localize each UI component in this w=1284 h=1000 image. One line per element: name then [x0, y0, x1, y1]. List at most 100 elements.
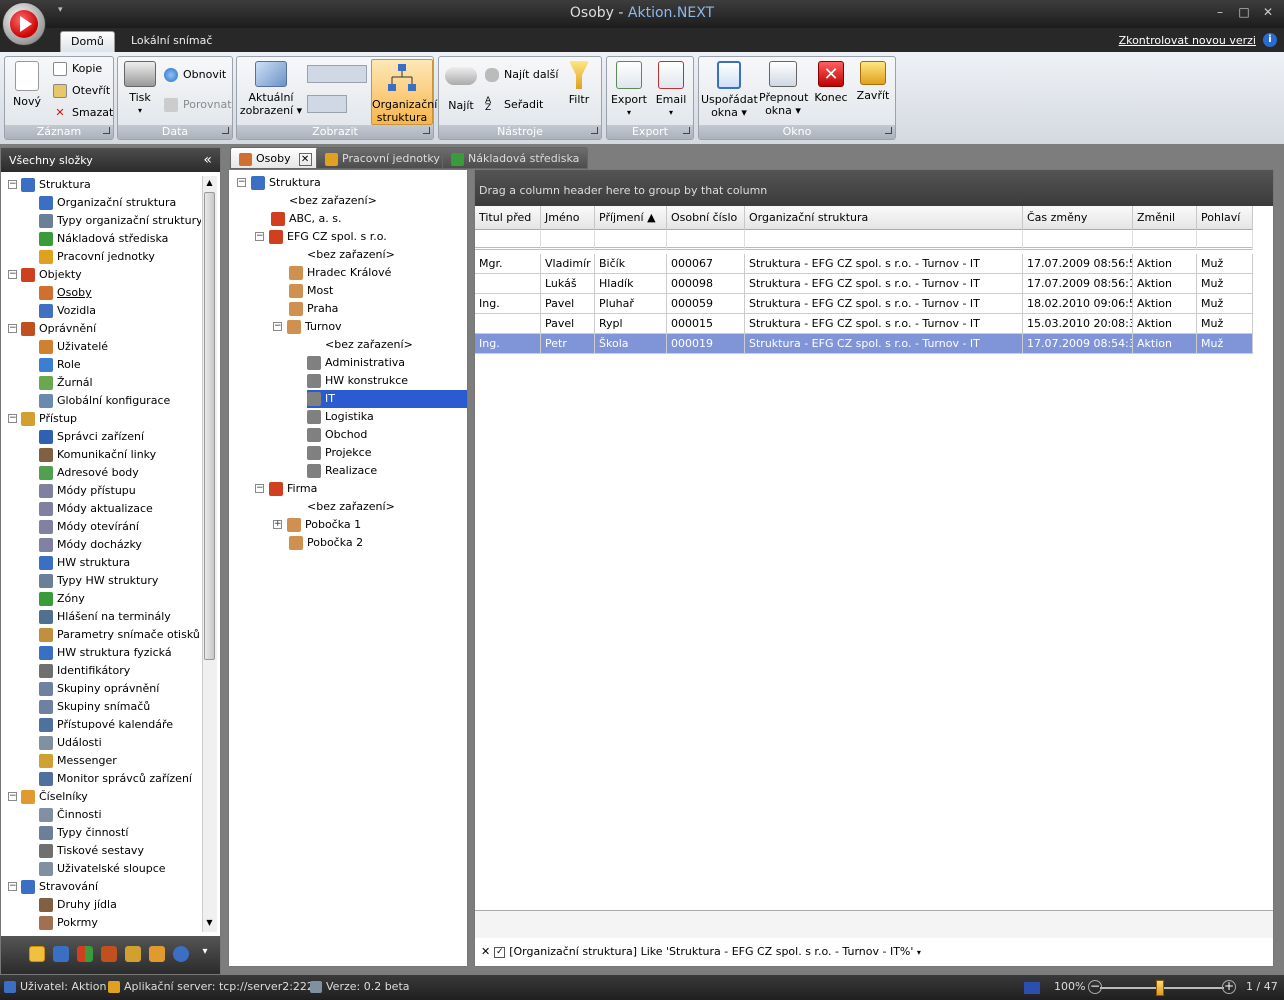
folder-item[interactable]: Události	[39, 734, 102, 752]
org-node[interactable]: <bez zařazení>	[289, 192, 377, 210]
table-row[interactable]: Mgr. Vladimír Bičík 000067 Struktura - EFG C…	[475, 254, 1253, 274]
folder-item[interactable]: Přístup	[21, 410, 77, 428]
org-node[interactable]: Projekce	[307, 444, 371, 462]
compare-button[interactable]: Porovnat	[164, 95, 232, 115]
refresh-button[interactable]: Obnovit	[164, 65, 226, 85]
folder-item[interactable]: Zóny	[39, 590, 85, 608]
expander-icon[interactable]: −	[8, 270, 17, 279]
permissions-nav-icon[interactable]	[101, 946, 117, 962]
org-node[interactable]: Obchod	[307, 426, 367, 444]
switch-windows-button[interactable]: Přepnout okna ▾	[759, 59, 808, 125]
folder-item[interactable]: Stravování	[21, 878, 98, 896]
folder-item[interactable]: Uživatelé	[39, 338, 108, 356]
table-row[interactable]: Lukáš Hladík 000098 Struktura - EFG CZ spol…	[475, 274, 1253, 294]
tree-expander-icon[interactable]: −	[273, 322, 282, 331]
doc-tab-nakladova-strediska[interactable]: Nákladová střediska	[442, 147, 589, 169]
filter-cell[interactable]	[1023, 230, 1133, 250]
info-icon[interactable]: i	[1263, 33, 1277, 47]
expander-icon[interactable]: −	[8, 792, 17, 801]
group-by-area[interactable]: Drag a column header here to group by th…	[475, 170, 1273, 206]
folder-item[interactable]: Struktura	[21, 176, 91, 194]
filter-button[interactable]: Filtr	[559, 59, 599, 125]
folder-item[interactable]: Adresové body	[39, 464, 139, 482]
folder-item[interactable]: Typy organizační struktury	[39, 212, 201, 230]
layout-icon[interactable]	[307, 95, 347, 113]
folder-tree-scroll-thumb[interactable]	[204, 192, 215, 660]
scroll-down-icon[interactable]: ▼	[204, 918, 215, 928]
column-header[interactable]: Pohlaví	[1197, 206, 1253, 230]
column-header[interactable]: Titul před	[475, 206, 541, 230]
org-node[interactable]: <bez zařazení>	[325, 336, 413, 354]
more-nav-dropdown-icon[interactable]: ▾	[197, 946, 213, 962]
quick-access-dropdown-icon[interactable]: ▾	[58, 5, 70, 19]
folder-item[interactable]: HW struktura fyzická	[39, 644, 172, 662]
export-button[interactable]: Export ▾	[609, 59, 649, 125]
view-modes-icon[interactable]	[307, 65, 367, 83]
folder-item[interactable]: Role	[39, 356, 81, 374]
org-node[interactable]: Hradec Králové	[289, 264, 391, 282]
filter-cell[interactable]	[745, 230, 1023, 250]
zoom-slider-thumb[interactable]	[1156, 980, 1164, 996]
folder-item[interactable]: Monitor správců zařízení	[39, 770, 192, 788]
sort-button[interactable]: A Z Seřadit	[485, 95, 543, 115]
filter-cell[interactable]	[541, 230, 595, 250]
folder-item[interactable]: Druhy jídla	[39, 896, 117, 914]
filter-cell[interactable]	[475, 230, 541, 250]
new-button[interactable]: Nový	[7, 59, 47, 125]
org-node[interactable]: Praha	[289, 300, 338, 318]
folder-item[interactable]: Globální konfigurace	[39, 392, 170, 410]
org-node[interactable]: Firma	[269, 480, 317, 498]
column-header[interactable]: Organizační struktura	[745, 206, 1023, 230]
folder-item[interactable]: Módy otevírání	[39, 518, 139, 536]
org-node[interactable]: Administrativa	[307, 354, 405, 372]
end-button[interactable]: ✕ Konec	[811, 59, 851, 125]
access-nav-icon[interactable]	[125, 946, 141, 962]
find-button[interactable]: Najít	[441, 59, 481, 125]
column-header[interactable]: Osobní číslo	[667, 206, 745, 230]
folder-item[interactable]: Hlášení na terminály	[39, 608, 171, 626]
find-next-button[interactable]: Najít další	[485, 65, 558, 85]
collapse-panel-icon[interactable]: «	[203, 152, 212, 168]
column-header[interactable]: Čas změny	[1023, 206, 1133, 230]
org-node[interactable]: Pobočka 2	[289, 534, 363, 552]
close-window-button[interactable]: ✕	[1258, 5, 1278, 19]
table-row[interactable]: Pavel Rypl 000015 Struktura - EFG CZ spol. …	[475, 314, 1253, 334]
filter-enabled-checkbox[interactable]: ✓	[494, 946, 506, 958]
structure-nav-icon[interactable]	[53, 946, 69, 962]
folder-item[interactable]: Messenger	[39, 752, 117, 770]
scroll-up-icon[interactable]: ▲	[204, 178, 215, 188]
folder-item[interactable]: Organizační struktura	[39, 194, 176, 212]
tree-expander-icon[interactable]: −	[237, 178, 246, 187]
table-row[interactable]: Ing. Petr Škola 000019 Struktura - EFG CZ sp…	[475, 334, 1253, 354]
arrange-windows-button[interactable]: Uspořádat okna ▾	[701, 59, 758, 125]
folder-item[interactable]: Uživatelské sloupce	[39, 860, 166, 878]
expander-icon[interactable]: −	[8, 414, 17, 423]
current-view-button[interactable]: Aktuální zobrazení ▾	[239, 59, 303, 125]
org-node[interactable]: Pobočka 1	[287, 516, 361, 534]
tab-lokalni-snimac[interactable]: Lokální snímač	[121, 31, 222, 52]
org-node[interactable]: IT	[307, 390, 467, 408]
check-update-link[interactable]: Zkontrolovat novou verzi	[1119, 34, 1256, 47]
folder-item[interactable]: Nákladová střediska	[39, 230, 168, 248]
folder-item[interactable]: Módy aktualizace	[39, 500, 153, 518]
org-node[interactable]: EFG CZ spol. s r.o.	[269, 228, 387, 246]
doc-tab-pracovni-jednotky[interactable]: Pracovní jednotky	[316, 147, 449, 169]
folders-nav-icon[interactable]	[29, 946, 45, 962]
folder-item[interactable]: Identifikátory	[39, 662, 130, 680]
folder-item[interactable]: Objekty	[21, 266, 82, 284]
folder-item[interactable]: Osoby	[39, 284, 92, 302]
folder-item[interactable]: Správci zařízení	[39, 428, 144, 446]
minimize-button[interactable]: –	[1210, 5, 1230, 19]
catering-nav-icon[interactable]	[173, 946, 189, 962]
tab-domu[interactable]: Domů	[60, 31, 115, 52]
folder-item[interactable]: Vozidla	[39, 302, 96, 320]
filter-cell[interactable]	[667, 230, 745, 250]
expander-icon[interactable]: −	[8, 180, 17, 189]
tree-expander-icon[interactable]: +	[273, 520, 282, 529]
maximize-button[interactable]: □	[1234, 5, 1254, 19]
org-node[interactable]: ABC, a. s.	[271, 210, 342, 228]
org-node[interactable]: Turnov	[287, 318, 342, 336]
filter-cell[interactable]	[1197, 230, 1253, 250]
zoom-in-icon[interactable]: +	[1222, 980, 1236, 994]
folder-item[interactable]: Přístupové kalendáře	[39, 716, 173, 734]
